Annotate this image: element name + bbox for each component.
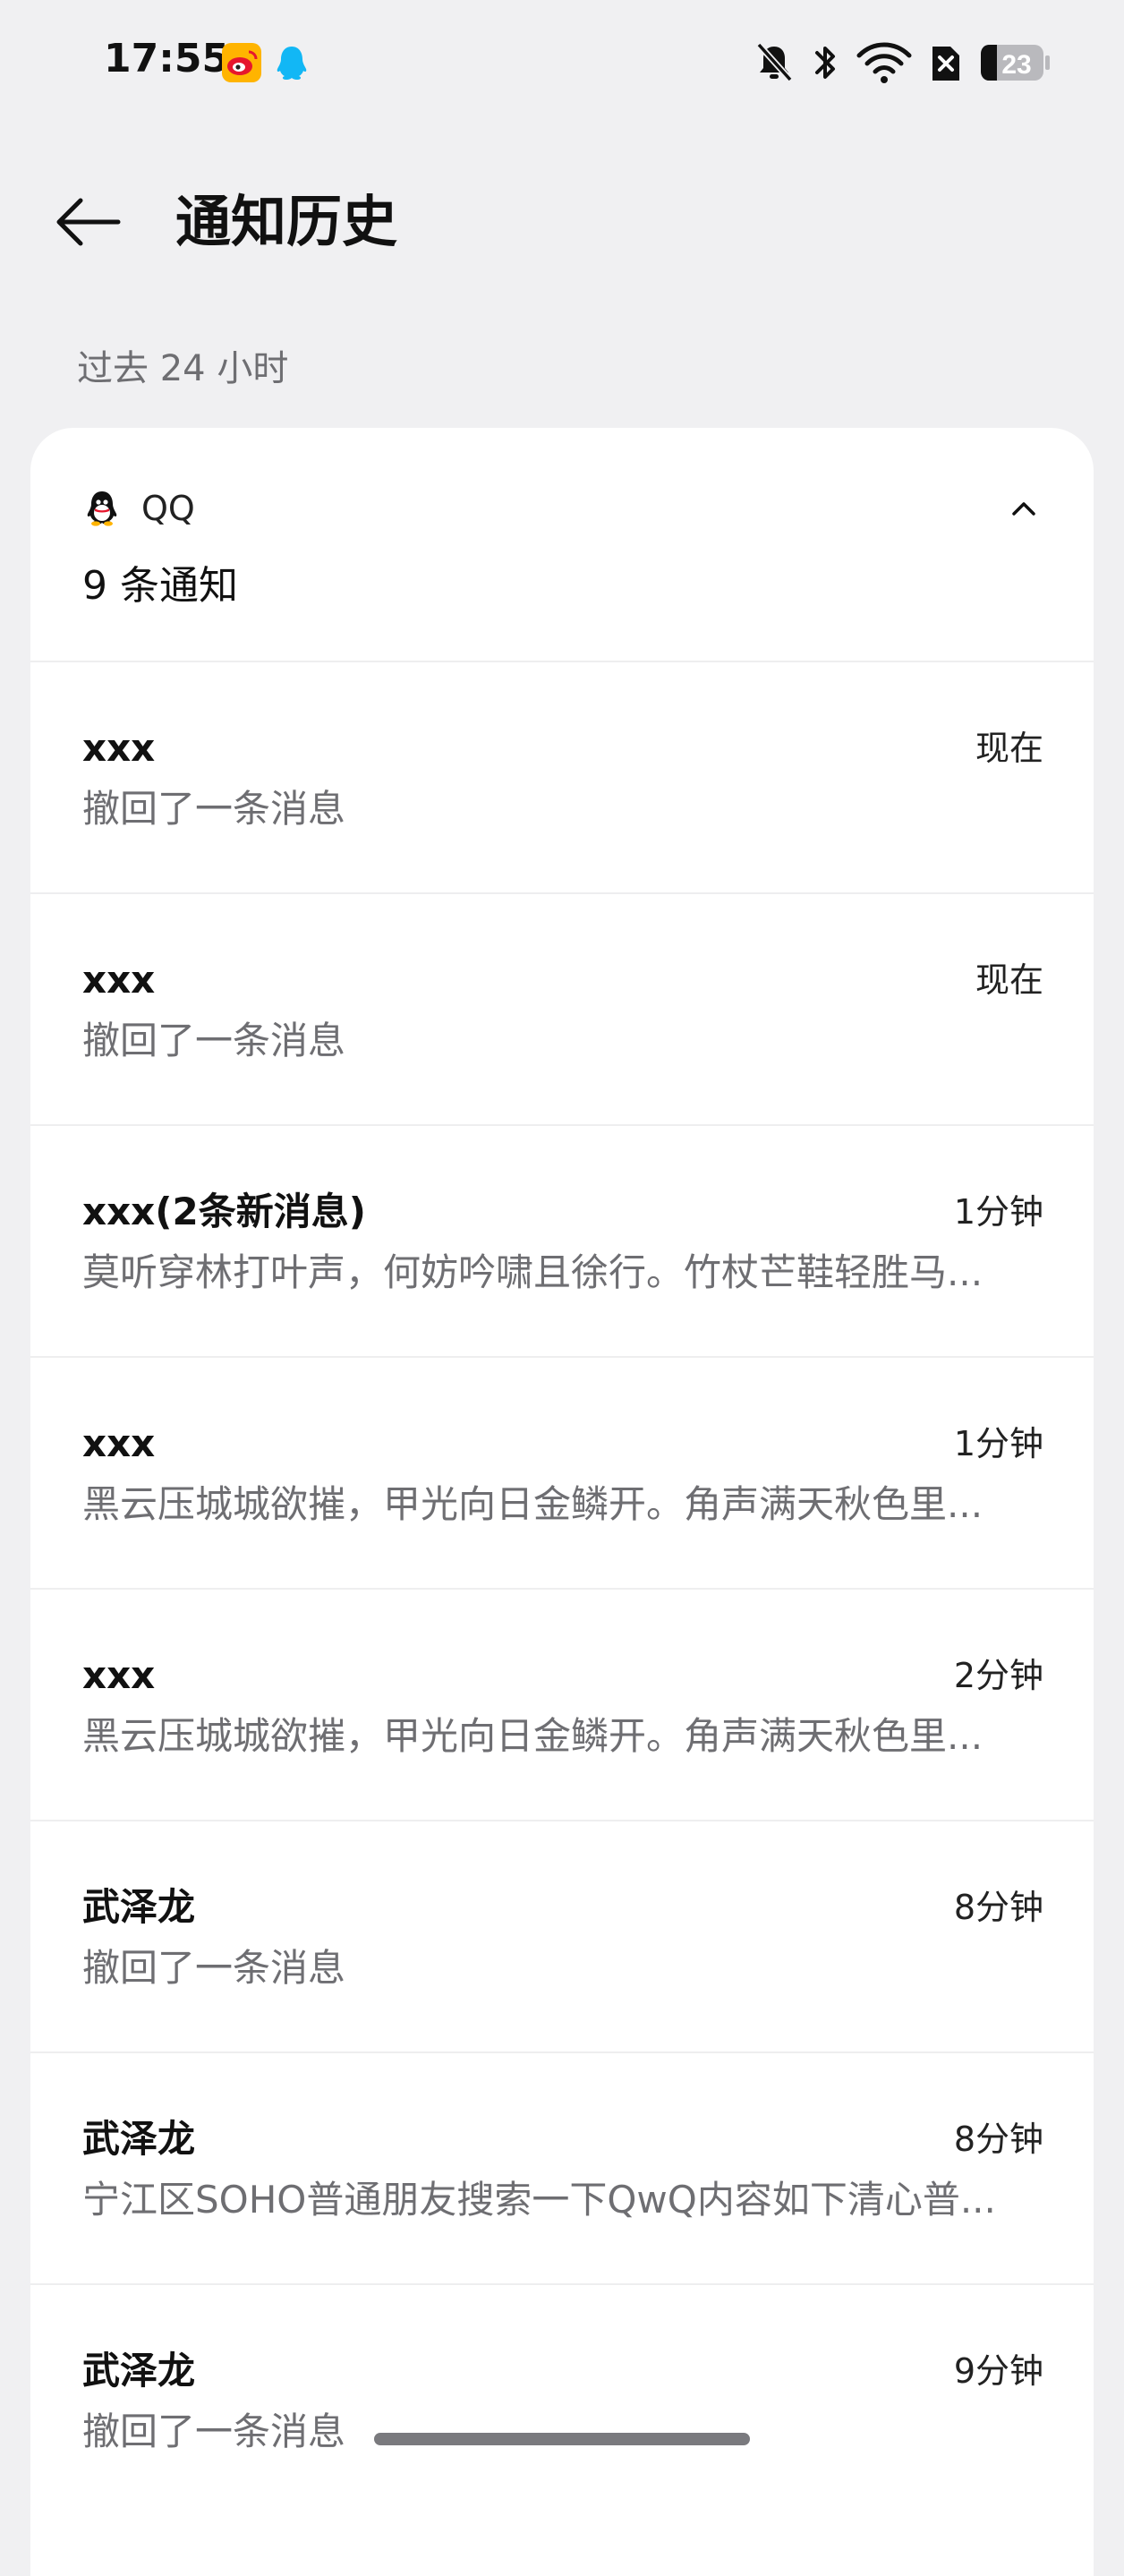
no-sim-icon xyxy=(932,47,959,81)
chevron-up-icon xyxy=(1012,502,1035,516)
notification-time: 1分钟 xyxy=(953,1424,1043,1463)
notification-time: 2分钟 xyxy=(953,1656,1043,1695)
weibo-icon xyxy=(222,43,261,82)
wifi-icon xyxy=(856,42,912,83)
notification-body: 黑云压城城欲摧，甲光向日金鳞开。角声满天秋色里... xyxy=(82,1714,984,1758)
battery-level-text: 23 xyxy=(1001,50,1031,80)
notification-title: xxx xyxy=(82,726,156,770)
notification-body: 黑云压城城欲摧，甲光向日金鳞开。角声满天秋色里... xyxy=(82,1482,984,1526)
notification-title: 武泽龙 xyxy=(82,2117,196,2161)
notification-item[interactable]: xxx 1分钟 黑云压城城欲摧，甲光向日金鳞开。角声满天秋色里... xyxy=(30,1358,1094,1590)
notification-title: xxx xyxy=(82,958,156,1002)
notification-item[interactable]: xxx 2分钟 黑云压城城欲摧，甲光向日金鳞开。角声满天秋色里... xyxy=(30,1590,1094,1821)
notification-title: xxx(2条新消息) xyxy=(82,1190,366,1233)
notification-title: xxx xyxy=(82,1653,156,1697)
notification-body: 宁江区SOHO普通朋友搜索一下QwQ内容如下清心普... xyxy=(82,2178,996,2222)
section-label: 过去 24 小时 xyxy=(77,348,289,389)
notification-body: 撤回了一条消息 xyxy=(82,787,346,831)
group-app-name: QQ xyxy=(141,489,195,528)
home-indicator[interactable] xyxy=(374,2433,750,2445)
notification-time: 现在 xyxy=(975,960,1043,1000)
bell-muted-icon xyxy=(756,42,793,82)
group-header[interactable]: QQ 9 条通知 xyxy=(30,428,1094,662)
arrow-left-icon xyxy=(56,198,121,246)
notification-item[interactable]: 武泽龙 8分钟 撤回了一条消息 xyxy=(30,1821,1094,2053)
notification-body: 撤回了一条消息 xyxy=(82,1019,346,1062)
notification-body: 撤回了一条消息 xyxy=(82,1946,346,1990)
notification-time: 现在 xyxy=(975,729,1043,768)
bluetooth-icon xyxy=(815,47,835,79)
notification-item[interactable]: 武泽龙 8分钟 宁江区SOHO普通朋友搜索一下QwQ内容如下清心普... xyxy=(30,2053,1094,2285)
page-title: 通知历史 xyxy=(175,189,398,254)
battery-icon: 23 xyxy=(981,45,1050,81)
notification-time: 1分钟 xyxy=(953,1192,1043,1232)
notification-title: 武泽龙 xyxy=(82,2349,196,2393)
group-app-row: QQ xyxy=(82,487,195,530)
status-bar: 17:55 23 xyxy=(0,0,1124,125)
qq-icon xyxy=(277,47,307,80)
collapse-button[interactable] xyxy=(1001,485,1047,532)
group-count: 9 条通知 xyxy=(82,563,238,609)
notification-item[interactable]: xxx 现在 撤回了一条消息 xyxy=(30,894,1094,1126)
notification-title: xxx xyxy=(82,1421,156,1465)
notification-item[interactable]: 武泽龙 9分钟 撤回了一条消息 xyxy=(30,2285,1094,2517)
notification-group-card: QQ 9 条通知 xxx 现在 撤回了一条消息 xxx 现在 撤回了一条消息 x… xyxy=(30,428,1094,2576)
notification-time: 8分钟 xyxy=(953,2120,1043,2159)
notification-time: 8分钟 xyxy=(953,1888,1043,1927)
notification-item[interactable]: xxx 现在 撤回了一条消息 xyxy=(30,662,1094,894)
notification-time: 9分钟 xyxy=(953,2351,1043,2391)
notification-body: 莫听穿林打叶声，何妨吟啸且徐行。竹杖芒鞋轻胜马... xyxy=(82,1250,984,1294)
notification-title: 武泽龙 xyxy=(82,1885,196,1929)
notification-body: 撤回了一条消息 xyxy=(82,2410,346,2453)
back-button[interactable] xyxy=(50,184,125,260)
notification-item[interactable]: xxx(2条新消息) 1分钟 莫听穿林打叶声，何妨吟啸且徐行。竹杖芒鞋轻胜马..… xyxy=(30,1126,1094,1358)
status-time: 17:55 xyxy=(104,36,230,81)
qq-logo-icon xyxy=(87,491,117,526)
